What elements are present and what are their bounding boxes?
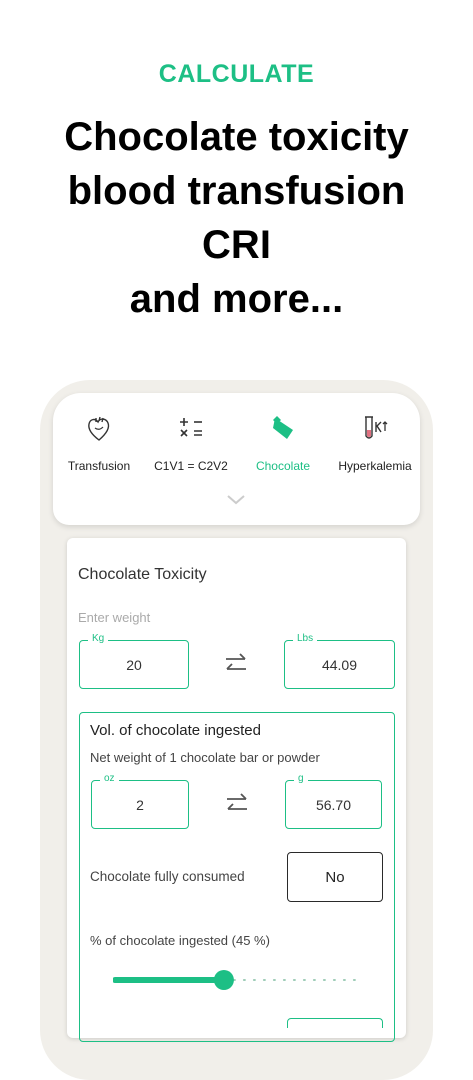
swap-icon[interactable] <box>223 651 249 677</box>
chocolate-icon <box>237 413 329 443</box>
chevron-down-icon[interactable] <box>226 494 246 506</box>
weight-hint: Enter weight <box>78 610 151 625</box>
tab-label: Hyperkalemia <box>338 459 412 473</box>
math-operators-icon <box>145 413 237 443</box>
weight-kg-input[interactable]: Kg 20 <box>79 633 189 689</box>
lbs-label: Lbs <box>293 633 318 644</box>
slider-thumb[interactable] <box>213 970 234 990</box>
tab-hyperkalemia[interactable]: Hyperkalemia <box>329 413 421 473</box>
heart-icon <box>53 413 145 443</box>
headline-line-3: CRI <box>202 223 271 267</box>
tab-label: Transfusion <box>67 459 131 473</box>
g-value: 56.70 <box>315 796 352 813</box>
g-label: g <box>294 773 308 784</box>
ingested-subtitle: Net weight of 1 chocolate bar or powder <box>90 750 320 765</box>
fully-consumed-value: No <box>325 868 345 886</box>
section-kicker: CALCULATE <box>158 60 315 88</box>
percent-label: % of chocolate ingested (45 %) <box>90 933 270 948</box>
chocolate-g-input[interactable]: g 56.70 <box>285 773 382 829</box>
test-tube-k-icon <box>329 413 421 443</box>
headline-line-4: and more... <box>129 277 344 321</box>
next-field-peek <box>287 1018 383 1028</box>
oz-label: oz <box>100 773 119 784</box>
lbs-value: 44.09 <box>321 656 358 673</box>
kg-value: 20 <box>126 656 142 673</box>
swap-icon[interactable] <box>224 791 250 817</box>
tab-c1v1[interactable]: C1V1 = C2V2 <box>145 413 237 473</box>
headline: Chocolate toxicity blood transfusion CRI… <box>0 110 473 326</box>
kg-label: Kg <box>88 633 109 644</box>
tab-chocolate[interactable]: Chocolate <box>237 413 329 473</box>
calculator-title: Chocolate Toxicity <box>78 566 207 583</box>
tab-transfusion[interactable]: Transfusion <box>53 413 145 473</box>
fully-consumed-label: Chocolate fully consumed <box>90 869 245 884</box>
headline-line-1: Chocolate toxicity <box>64 115 409 159</box>
headline-line-2: blood transfusion <box>67 169 406 213</box>
ingested-title: Vol. of chocolate ingested <box>90 722 261 739</box>
oz-value: 2 <box>136 796 144 813</box>
tab-label: C1V1 = C2V2 <box>154 459 228 473</box>
tab-label: Chocolate <box>255 459 311 473</box>
chocolate-oz-input[interactable]: oz 2 <box>91 773 189 829</box>
percent-slider[interactable] <box>113 968 361 992</box>
weight-lbs-input[interactable]: Lbs 44.09 <box>284 633 395 689</box>
fully-consumed-toggle[interactable]: No <box>287 852 383 902</box>
